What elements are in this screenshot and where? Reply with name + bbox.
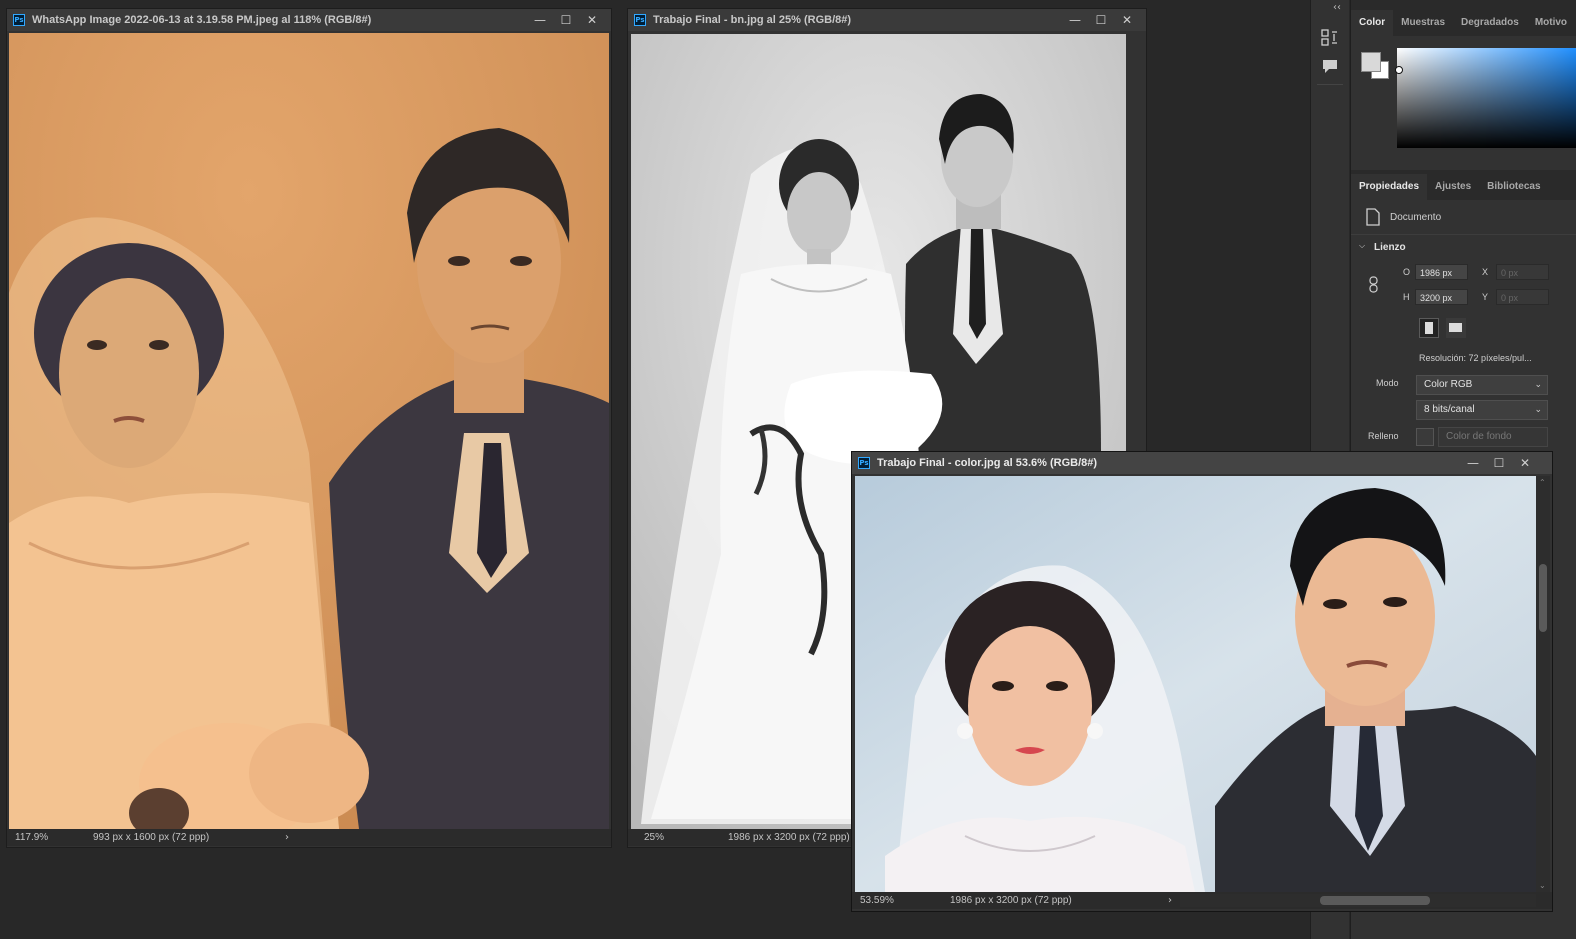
status-menu-arrow[interactable]: ›: [1160, 895, 1180, 906]
height-input[interactable]: 3200 px: [1415, 289, 1468, 305]
width-label: O: [1403, 267, 1411, 277]
fill-label: Relleno: [1368, 431, 1399, 441]
window-titlebar[interactable]: Ps Trabajo Final - color.jpg al 53.6% (R…: [852, 452, 1552, 474]
canvas-section-title[interactable]: Lienzo: [1374, 242, 1406, 253]
portrait-icon: [1425, 322, 1433, 334]
maximize-button[interactable]: ☐: [1088, 13, 1114, 27]
sepia-wedding-photo: [9, 33, 609, 829]
history-icon[interactable]: [1320, 28, 1340, 48]
close-button[interactable]: ✕: [1114, 13, 1140, 27]
minimize-button[interactable]: —: [1460, 456, 1486, 470]
maximize-button[interactable]: ☐: [553, 13, 579, 27]
tab-color[interactable]: Color: [1351, 10, 1394, 36]
zoom-level[interactable]: 53.59%: [852, 895, 912, 906]
chevron-down-icon[interactable]: ⌵: [1359, 241, 1365, 251]
window-title: Trabajo Final - color.jpg al 53.6% (RGB/…: [877, 457, 1098, 469]
x-label: X: [1482, 267, 1489, 277]
color-picker-field[interactable]: [1397, 48, 1576, 148]
section-divider: [1351, 234, 1576, 235]
scroll-up-arrow[interactable]: ⌃: [1539, 478, 1546, 487]
window-title: Trabajo Final - bn.jpg al 25% (RGB/8#): [653, 14, 852, 26]
fill-select-value: Color de fondo: [1446, 431, 1512, 442]
zoom-level[interactable]: 25%: [628, 832, 708, 843]
photo-canvas-color[interactable]: [855, 476, 1536, 892]
document-info[interactable]: 1986 px x 3200 px (72 ppp): [912, 895, 1160, 906]
comments-icon[interactable]: [1320, 56, 1340, 76]
bit-depth-select[interactable]: 8 bits/canal ⌄: [1416, 400, 1548, 420]
color-panel-tabs: Color Muestras Degradados Motivo: [1351, 0, 1576, 36]
mode-select-value: Color RGB: [1424, 379, 1473, 390]
zoom-level[interactable]: 117.9%: [7, 832, 53, 843]
chevron-down-icon: ⌄: [1534, 405, 1542, 415]
color-wedding-photo: [855, 476, 1536, 892]
tab-adjustments[interactable]: Ajustes: [1427, 174, 1479, 200]
document-icon: [1366, 208, 1380, 226]
collapse-panels-button[interactable]: ‹‹: [1333, 2, 1341, 13]
width-input[interactable]: 1986 px: [1415, 264, 1468, 280]
vertical-scrollbar[interactable]: ⌃ ⌄: [1536, 476, 1550, 892]
horizontal-scroll-thumb[interactable]: [1320, 896, 1430, 905]
scroll-down-arrow[interactable]: ⌄: [1539, 881, 1546, 890]
document-label: Documento: [1390, 212, 1442, 223]
resolution-text: Resolución: 72 píxeles/pul...: [1419, 353, 1532, 363]
tab-properties[interactable]: Propiedades: [1351, 174, 1428, 200]
height-label: H: [1403, 292, 1410, 302]
tab-libraries[interactable]: Bibliotecas: [1479, 174, 1548, 200]
strip-divider: [1317, 84, 1343, 85]
foreground-color-swatch[interactable]: [1361, 52, 1381, 72]
mode-label: Modo: [1376, 378, 1399, 388]
minimize-button[interactable]: —: [1062, 13, 1088, 27]
photoshop-icon: Ps: [13, 14, 25, 26]
fill-select[interactable]: Color de fondo: [1438, 427, 1548, 447]
y-input[interactable]: 0 px: [1496, 289, 1549, 305]
tab-gradients[interactable]: Degradados: [1453, 10, 1527, 36]
tab-swatches[interactable]: Muestras: [1393, 10, 1453, 36]
close-button[interactable]: ✕: [1512, 456, 1538, 470]
window-title: WhatsApp Image 2022-06-13 at 3.19.58 PM.…: [32, 14, 372, 26]
tab-patterns[interactable]: Motivo: [1527, 10, 1575, 36]
window-titlebar[interactable]: Ps WhatsApp Image 2022-06-13 at 3.19.58 …: [7, 9, 611, 31]
horizontal-scrollbar[interactable]: [1180, 894, 1536, 907]
mode-select[interactable]: Color RGB ⌄: [1416, 375, 1548, 395]
maximize-button[interactable]: ☐: [1486, 456, 1512, 470]
status-menu-arrow[interactable]: ›: [277, 832, 297, 843]
landscape-icon: [1449, 323, 1462, 332]
portrait-orientation-button[interactable]: [1419, 318, 1439, 338]
link-dimensions-icon[interactable]: [1367, 276, 1381, 294]
x-input[interactable]: 0 px: [1496, 264, 1549, 280]
photoshop-icon: Ps: [634, 14, 646, 26]
photoshop-icon: Ps: [858, 457, 870, 469]
bit-depth-value: 8 bits/canal: [1424, 404, 1475, 415]
window-titlebar[interactable]: Ps Trabajo Final - bn.jpg al 25% (RGB/8#…: [628, 9, 1146, 31]
landscape-orientation-button[interactable]: [1446, 318, 1466, 338]
y-label: Y: [1482, 292, 1489, 302]
properties-panel-tabs: Propiedades Ajustes Bibliotecas: [1351, 170, 1576, 200]
chevron-down-icon: ⌄: [1534, 380, 1542, 390]
close-button[interactable]: ✕: [579, 13, 605, 27]
fill-color-swatch[interactable]: [1416, 428, 1434, 446]
vertical-scroll-thumb[interactable]: [1539, 564, 1547, 632]
photo-canvas-sepia[interactable]: [9, 33, 609, 829]
color-picker-cursor[interactable]: [1395, 66, 1403, 74]
document-info[interactable]: 993 px x 1600 px (72 ppp): [53, 832, 611, 843]
status-bar: 117.9% 993 px x 1600 px (72 ppp) ›: [7, 829, 611, 846]
minimize-button[interactable]: —: [527, 13, 553, 27]
status-bar: 53.59% 1986 px x 3200 px (72 ppp) ›: [852, 892, 1552, 909]
document-window-original[interactable]: Ps WhatsApp Image 2022-06-13 at 3.19.58 …: [6, 8, 612, 848]
document-window-color[interactable]: Ps Trabajo Final - color.jpg al 53.6% (R…: [851, 451, 1553, 912]
